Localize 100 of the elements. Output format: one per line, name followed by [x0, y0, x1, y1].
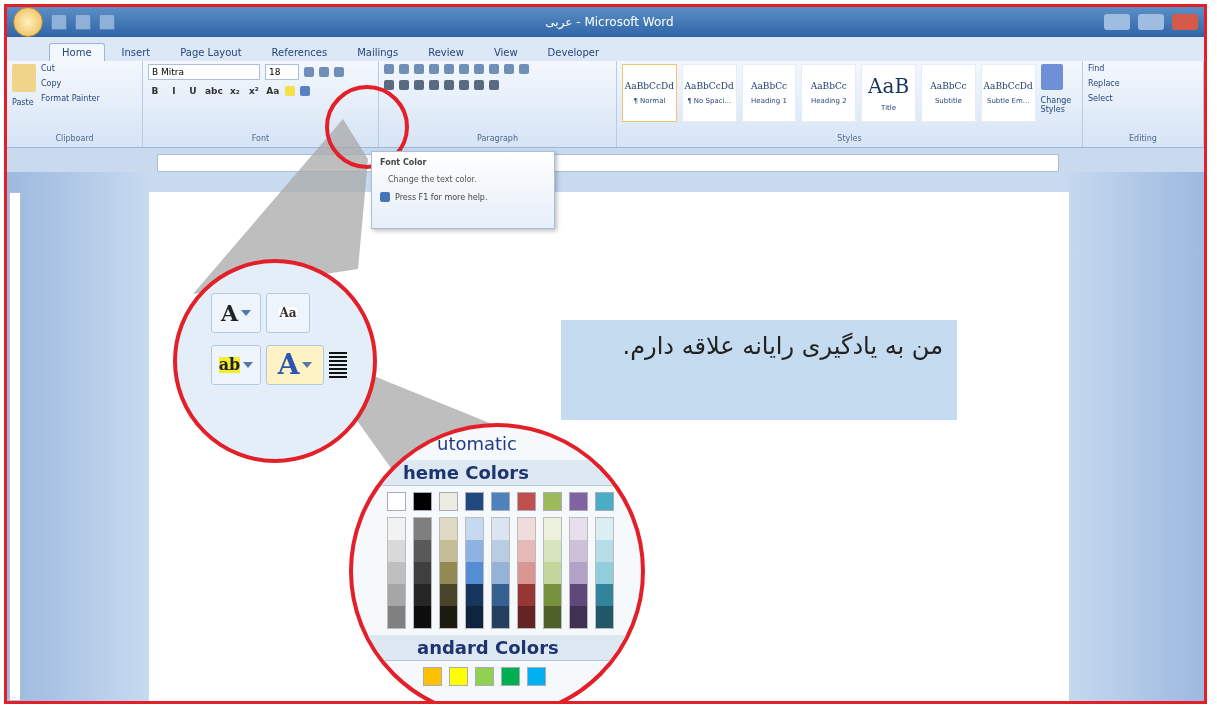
color-swatch[interactable]: [527, 667, 546, 686]
color-swatch[interactable]: [440, 518, 457, 540]
color-swatch[interactable]: [569, 492, 588, 511]
color-swatch[interactable]: [440, 606, 457, 628]
clear-format-icon[interactable]: [334, 67, 344, 77]
clipboard-button[interactable]: Format Painter: [41, 94, 100, 103]
color-swatch[interactable]: [414, 562, 431, 584]
color-swatch[interactable]: [596, 562, 613, 584]
undo-icon[interactable]: [75, 14, 91, 30]
editing-button[interactable]: Select: [1088, 94, 1120, 103]
color-swatch[interactable]: [544, 584, 561, 606]
ribbon-tab[interactable]: Insert: [108, 43, 164, 61]
align-icon[interactable]: [329, 352, 347, 378]
color-swatch[interactable]: [466, 584, 483, 606]
font-size-field[interactable]: 18: [265, 64, 299, 80]
format-button[interactable]: U: [186, 86, 200, 96]
paste-icon[interactable]: [12, 64, 36, 92]
clear-format-button[interactable]: Aa: [266, 293, 310, 333]
format-button[interactable]: I: [167, 86, 181, 96]
color-swatch[interactable]: [544, 606, 561, 628]
color-swatch[interactable]: [544, 540, 561, 562]
color-swatch[interactable]: [414, 584, 431, 606]
color-swatch[interactable]: [501, 667, 520, 686]
color-swatch[interactable]: [544, 562, 561, 584]
color-swatch[interactable]: [466, 540, 483, 562]
format-button[interactable]: Aa: [265, 86, 280, 96]
color-swatch[interactable]: [414, 518, 431, 540]
color-swatch[interactable]: [440, 562, 457, 584]
color-swatch[interactable]: [518, 562, 535, 584]
color-swatch[interactable]: [492, 584, 509, 606]
office-button[interactable]: [13, 7, 43, 37]
color-swatch[interactable]: [518, 584, 535, 606]
color-swatch[interactable]: [518, 606, 535, 628]
minimize-button[interactable]: [1104, 14, 1130, 30]
color-swatch[interactable]: [570, 540, 587, 562]
color-swatch[interactable]: [439, 492, 458, 511]
redo-icon[interactable]: [99, 14, 115, 30]
ribbon-tab[interactable]: Review: [415, 43, 477, 61]
color-swatch[interactable]: [492, 562, 509, 584]
maximize-button[interactable]: [1138, 14, 1164, 30]
close-button[interactable]: [1172, 14, 1198, 30]
color-swatch[interactable]: [440, 584, 457, 606]
color-swatch[interactable]: [466, 518, 483, 540]
editing-button[interactable]: Find: [1088, 64, 1120, 73]
ribbon-tab[interactable]: Mailings: [344, 43, 412, 61]
color-swatch[interactable]: [491, 492, 510, 511]
color-swatch[interactable]: [465, 492, 484, 511]
highlight-button[interactable]: ab: [211, 345, 261, 385]
color-swatch[interactable]: [388, 518, 405, 540]
ribbon-tab[interactable]: Developer: [534, 43, 613, 61]
color-swatch[interactable]: [544, 518, 561, 540]
color-swatch[interactable]: [388, 584, 405, 606]
color-swatch[interactable]: [570, 562, 587, 584]
grow-font-icon[interactable]: [304, 67, 314, 77]
color-swatch[interactable]: [440, 540, 457, 562]
ribbon-tab[interactable]: View: [480, 43, 531, 61]
color-swatch[interactable]: [466, 562, 483, 584]
clipboard-button[interactable]: Cut: [41, 64, 100, 73]
format-button[interactable]: x²: [246, 86, 261, 96]
color-swatch[interactable]: [388, 606, 405, 628]
color-swatch[interactable]: [475, 667, 494, 686]
ribbon-tab[interactable]: References: [258, 43, 341, 61]
grow-font-button[interactable]: A: [211, 293, 261, 333]
color-swatch[interactable]: [414, 540, 431, 562]
ribbon-tab[interactable]: Page Layout: [167, 43, 255, 61]
color-swatch[interactable]: [466, 606, 483, 628]
color-swatch[interactable]: [492, 540, 509, 562]
color-swatch[interactable]: [388, 562, 405, 584]
format-button[interactable]: B: [148, 86, 162, 96]
color-swatch[interactable]: [595, 492, 614, 511]
format-button[interactable]: x₂: [227, 86, 242, 96]
font-color-button[interactable]: A: [266, 345, 324, 385]
color-swatch[interactable]: [492, 518, 509, 540]
font-color-icon[interactable]: [299, 86, 310, 96]
color-swatch[interactable]: [596, 584, 613, 606]
color-swatch[interactable]: [596, 518, 613, 540]
color-swatch[interactable]: [518, 518, 535, 540]
change-styles-button[interactable]: Change Styles: [1040, 96, 1077, 114]
color-swatch[interactable]: [413, 492, 432, 511]
color-swatch[interactable]: [517, 492, 536, 511]
highlight-icon[interactable]: [284, 86, 295, 96]
change-styles-icon[interactable]: [1040, 64, 1063, 90]
paste-button[interactable]: Paste: [12, 98, 36, 107]
color-swatch[interactable]: [596, 540, 613, 562]
color-swatch[interactable]: [423, 667, 442, 686]
color-swatch[interactable]: [449, 667, 468, 686]
color-swatch[interactable]: [570, 606, 587, 628]
clipboard-button[interactable]: Copy: [41, 79, 100, 88]
color-swatch[interactable]: [596, 606, 613, 628]
color-swatch[interactable]: [570, 584, 587, 606]
color-swatch[interactable]: [492, 606, 509, 628]
automatic-option[interactable]: utomatic: [387, 433, 641, 454]
save-icon[interactable]: [51, 14, 67, 30]
format-button[interactable]: abc: [205, 86, 223, 96]
color-swatch[interactable]: [414, 606, 431, 628]
editing-button[interactable]: Replace: [1088, 79, 1120, 88]
color-swatch[interactable]: [518, 540, 535, 562]
font-name-field[interactable]: B Mitra: [148, 64, 260, 80]
ribbon-tab[interactable]: Home: [49, 43, 105, 61]
shrink-font-icon[interactable]: [319, 67, 329, 77]
